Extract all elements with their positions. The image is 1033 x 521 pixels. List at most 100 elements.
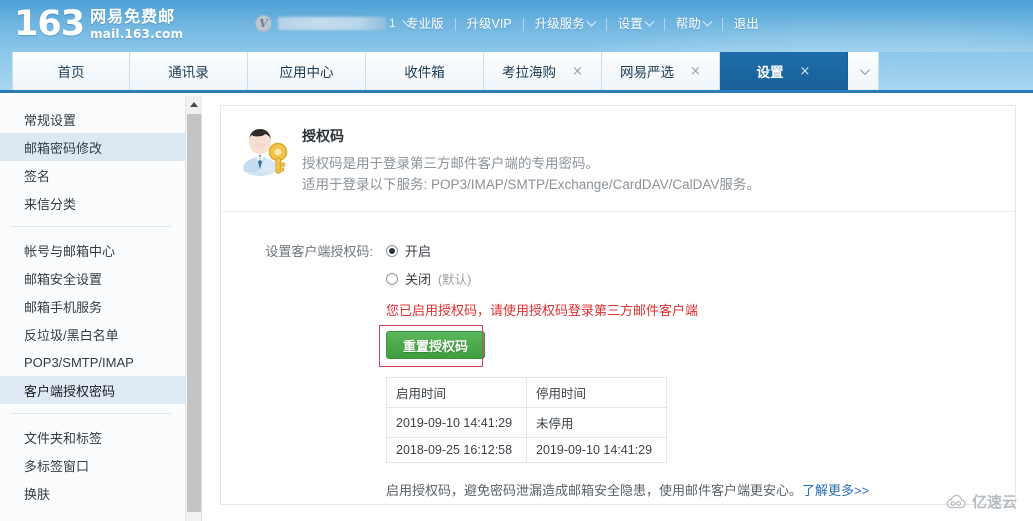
tab-contacts[interactable]: 通讯录 [130, 52, 248, 90]
footer-note-text: 启用授权码，避免密码泄漏造成邮箱安全隐患，使用邮件客户端更安心。 [386, 483, 803, 498]
topnav-item-help[interactable]: 帮助 [665, 15, 722, 33]
sidebar-item-skin[interactable]: 换肤 [0, 479, 185, 507]
tab-label: 首页 [57, 65, 85, 80]
close-icon[interactable]: × [572, 65, 583, 78]
auth-code-card: 授权码 授权码是用于登录第三方邮件客户端的专用密码。 适用于登录以下服务: PO… [220, 105, 1016, 505]
top-navigation: 专业版 升级VIP 升级服务 设置 帮助 退出 [395, 14, 770, 34]
tab-settings[interactable]: 设置 × [720, 52, 848, 90]
account-menu[interactable]: V 1 [255, 11, 415, 35]
description-line-2: 适用于登录以下服务: POP3/IMAP/SMTP/Exchange/CardD… [302, 177, 760, 192]
tab-kaola[interactable]: 考拉海购 × [484, 52, 602, 90]
learn-more-link[interactable]: 了解更多>> [802, 483, 869, 498]
tab-label: 考拉海购 [502, 65, 557, 80]
logo-163[interactable]: 163 网易免费邮 mail.163.com [14, 5, 183, 43]
vip-badge-icon: V [255, 14, 272, 32]
topnav-item-settings[interactable]: 设置 [607, 15, 664, 33]
tab-inbox[interactable]: 收件箱 [366, 52, 484, 90]
topnav-item-pro[interactable]: 专业版 [395, 15, 455, 33]
app-window: 163 网易免费邮 mail.163.com V 1 专业版 升级VIP 升级服… [0, 0, 1033, 521]
radio-option-disable[interactable]: 关闭 (默认) [386, 268, 1015, 289]
topnav-item-upgrade-service[interactable]: 升级服务 [524, 15, 606, 33]
tab-label: 收件箱 [404, 65, 445, 80]
footer-note: 启用授权码，避免密码泄漏造成邮箱安全隐患，使用邮件客户端更安心。了解更多>> [386, 480, 1015, 499]
tab-overflow-button[interactable] [848, 52, 879, 90]
table-row: 2018-09-25 16:12:58 2019-09-10 14:41:29 [386, 437, 667, 463]
radio-option-enable[interactable]: 开启 [386, 240, 1015, 261]
sidebar-item-label: 客户端授权密码 [24, 383, 116, 399]
scroll-up-button[interactable] [186, 96, 202, 113]
sidebar-item-label: 邮箱手机服务 [24, 299, 103, 315]
topnav-label: 升级VIP [466, 17, 512, 31]
radio-disable-icon[interactable] [386, 272, 398, 285]
sidebar-item-password-change[interactable]: 邮箱密码修改 [0, 133, 185, 161]
table-cell-enable-time: 2019-09-10 14:41:29 [386, 407, 527, 438]
radio-enable-icon[interactable] [386, 244, 398, 257]
sidebar-item-label: 换肤 [24, 486, 51, 502]
topnav-item-vip[interactable]: 升级VIP [456, 15, 523, 33]
table-cell-disable-time: 2019-09-10 14:41:29 [526, 437, 667, 463]
sidebar-item-general[interactable]: 常规设置 [0, 105, 185, 133]
sidebar-item-account-center[interactable]: 帐号与邮箱中心 [0, 236, 185, 264]
sidebar-item-mail-classification[interactable]: 来信分类 [0, 189, 185, 217]
tab-home[interactable]: 首页 [12, 52, 130, 90]
tab-label: 网易严选 [620, 65, 675, 80]
topnav-label: 设置 [617, 17, 643, 31]
auth-code-history-table: 启用时间 停用时间 2019-09-10 14:41:29 未停用 2018-0… [386, 377, 667, 463]
chevron-down-icon [859, 64, 870, 75]
topnav-label: 升级服务 [534, 17, 585, 31]
topnav-label: 专业版 [406, 17, 444, 31]
scrollbar-thumb[interactable] [187, 114, 201, 512]
sidebar-item-label: 帐号与邮箱中心 [24, 243, 116, 259]
table-header-row: 启用时间 停用时间 [386, 377, 667, 408]
logo-domain: mail.163.com [90, 27, 184, 41]
sidebar-item-label: 邮箱密码修改 [24, 140, 103, 156]
sidebar-item-mobile-service[interactable]: 邮箱手机服务 [0, 292, 185, 320]
tab-bar: 首页 通讯录 应用中心 收件箱 考拉海购 × 网易严选 × 设置 × [0, 52, 1033, 93]
sidebar-scrollbar[interactable] [186, 96, 202, 521]
table-header-disable-time: 停用时间 [526, 377, 667, 408]
sidebar-item-label: 邮箱安全设置 [24, 271, 103, 287]
close-icon[interactable]: × [800, 65, 811, 78]
sidebar-item-signature[interactable]: 签名 [0, 161, 185, 189]
card-header: 授权码 授权码是用于登录第三方邮件客户端的专用密码。 适用于登录以下服务: PO… [221, 106, 1015, 212]
sidebar-item-client-auth-password[interactable]: 客户端授权密码 [0, 376, 185, 404]
logo-chinese-name: 网易免费邮 [90, 9, 176, 26]
sidebar-item-label: 多标签窗口 [24, 458, 90, 474]
sidebar-item-label: 签名 [24, 168, 51, 184]
tab-app-center[interactable]: 应用中心 [248, 52, 366, 90]
cloud-icon [946, 494, 966, 509]
sidebar-item-pop3-smtp-imap[interactable]: POP3/SMTP/IMAP [0, 348, 185, 376]
table-row: 2019-09-10 14:41:29 未停用 [386, 407, 667, 438]
reset-button-wrapper: 重置授权码 [379, 325, 486, 367]
close-icon[interactable]: × [690, 65, 701, 78]
sidebar-divider [10, 413, 171, 414]
reset-auth-code-button[interactable]: 重置授权码 [386, 331, 486, 359]
watermark: 亿速云 [946, 491, 1017, 512]
chevron-up-icon [190, 102, 198, 107]
form-label-client-auth: 设置客户端授权码: [265, 244, 373, 259]
topnav-item-logout[interactable]: 退出 [723, 15, 770, 33]
sidebar-item-label: POP3/SMTP/IMAP [24, 354, 134, 370]
auth-code-form: 设置客户端授权码: 开启 关闭 (默认) 您已启用授权码，请使用授权码登录第三方… [221, 212, 1015, 499]
account-email-masked [278, 16, 386, 30]
watermark-text: 亿速云 [971, 494, 1017, 511]
sidebar-item-label: 常规设置 [24, 112, 77, 128]
radio-enable-label: 开启 [405, 244, 432, 259]
table-cell-enable-time: 2018-09-25 16:12:58 [386, 437, 527, 463]
sidebar-item-label: 文件夹和标签 [24, 430, 103, 446]
warning-message: 您已启用授权码，请使用授权码登录第三方邮件客户端 [386, 303, 699, 318]
tab-label: 设置 [756, 65, 784, 80]
main-content: 授权码 授权码是用于登录第三方邮件客户端的专用密码。 适用于登录以下服务: PO… [203, 96, 1033, 521]
radio-disable-note: (默认) [438, 273, 472, 287]
topnav-label: 退出 [733, 17, 759, 31]
page-title: 授权码 [302, 128, 344, 144]
sidebar-item-label: 来信分类 [24, 196, 77, 212]
topnav-label: 帮助 [675, 17, 701, 31]
sidebar-item-multi-tab-window[interactable]: 多标签窗口 [0, 451, 185, 479]
chevron-down-icon [586, 16, 597, 27]
sidebar-item-folders-tags[interactable]: 文件夹和标签 [0, 423, 185, 451]
tab-yanxuan[interactable]: 网易严选 × [602, 52, 720, 90]
description-line-1: 授权码是用于登录第三方邮件客户端的专用密码。 [302, 156, 599, 171]
sidebar-item-antispam[interactable]: 反垃圾/黑白名单 [0, 320, 185, 348]
sidebar-item-mail-security[interactable]: 邮箱安全设置 [0, 264, 185, 292]
